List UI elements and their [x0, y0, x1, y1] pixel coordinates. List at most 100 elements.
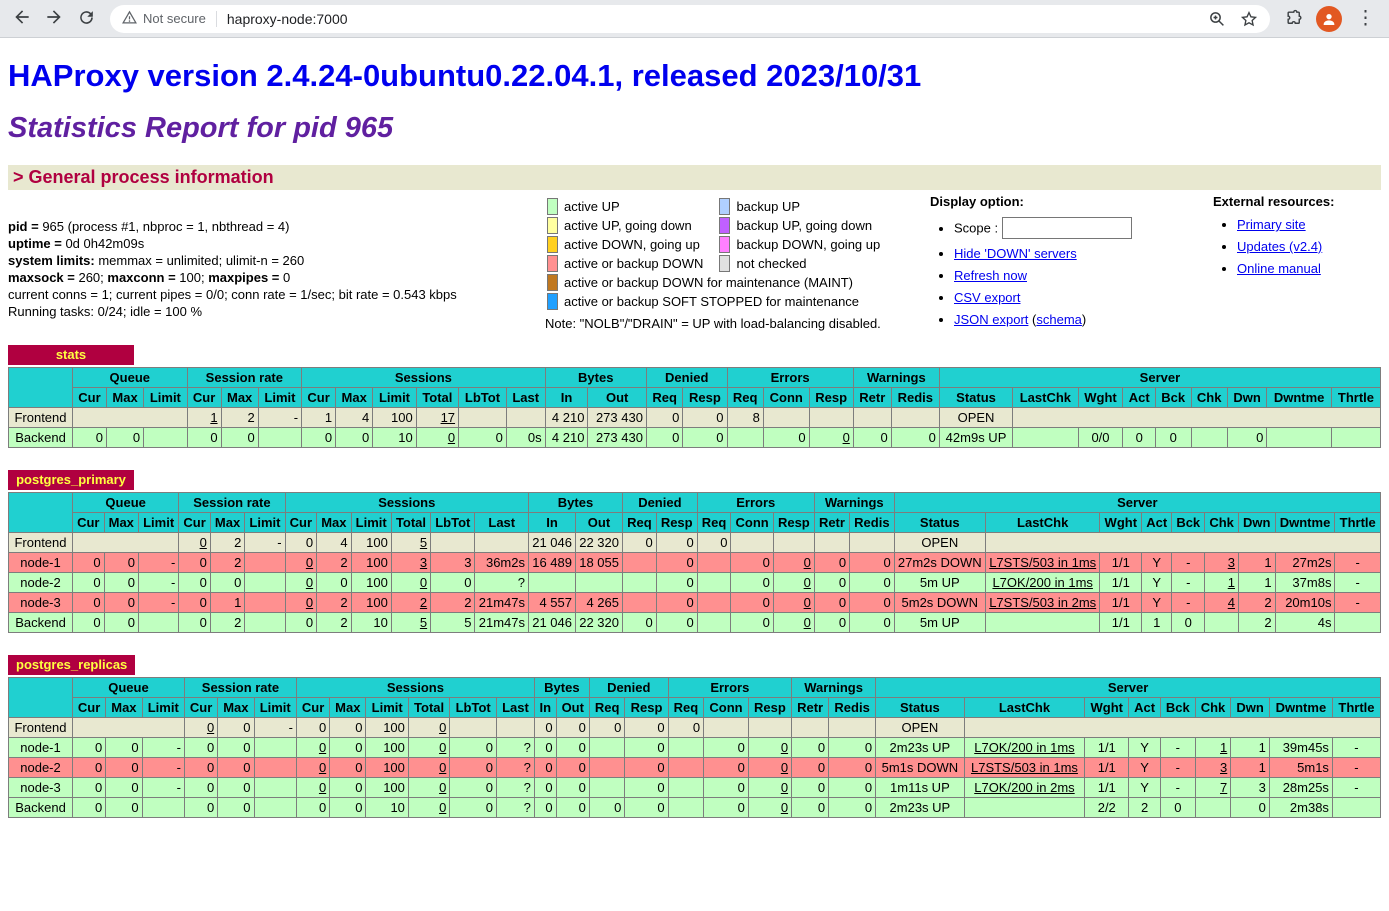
stat-cell[interactable]: 0 [773, 573, 814, 593]
stat-cell[interactable]: L7STS/503 in 2ms [985, 593, 1100, 613]
stat-cell[interactable]: 17 [416, 408, 458, 428]
stat-cell[interactable]: 0 [773, 593, 814, 613]
stat-cell[interactable]: 0 [184, 718, 217, 738]
stat-cell: 1/1 [1100, 573, 1142, 593]
stat-cell: 0s [506, 428, 545, 448]
stat-cell[interactable]: 0 [416, 428, 458, 448]
stat-cell[interactable]: 0 [408, 798, 449, 818]
stat-cell[interactable]: 0 [285, 573, 317, 593]
scope-input[interactable] [1002, 217, 1132, 239]
stat-cell[interactable]: 1 [187, 408, 221, 428]
json-export-link[interactable]: JSON export [954, 312, 1028, 327]
not-secure-chip[interactable]: Not secure [122, 10, 206, 28]
stat-cell[interactable]: 0 [809, 428, 853, 448]
stat-cell: 27m2s [1275, 553, 1335, 573]
stat-cell[interactable]: 0 [285, 553, 317, 573]
bookmark-star-icon[interactable] [1240, 10, 1258, 28]
stat-cell [254, 738, 296, 758]
stats-table: QueueSession rateSessionsBytesDeniedErro… [8, 367, 1381, 448]
stat-cell[interactable]: 1 [1195, 738, 1231, 758]
csv-export-link[interactable]: CSV export [954, 290, 1020, 305]
stat-cell[interactable]: 7 [1195, 778, 1231, 798]
column-header: Last [506, 388, 545, 408]
stat-cell: 0 [829, 798, 876, 818]
stat-cell[interactable]: 0 [408, 758, 449, 778]
stat-cell: 0 [73, 738, 106, 758]
stat-cell[interactable]: L7OK/200 in 2ms [964, 778, 1085, 798]
stat-cell: 5m UP [894, 613, 985, 633]
extensions-icon[interactable] [1278, 9, 1310, 28]
stat-cell [814, 533, 849, 553]
stat-cell[interactable]: 0 [408, 718, 449, 738]
proxy-label-postgres-replicas[interactable]: postgres_replicas [8, 655, 135, 675]
stat-cell[interactable]: 5 [391, 533, 430, 553]
legend-label: active or backup SOFT STOPPED for mainte… [560, 293, 894, 310]
legend-label: active DOWN, going up [560, 236, 717, 253]
stat-cell[interactable]: L7OK/200 in 1ms [964, 738, 1085, 758]
stat-cell[interactable]: L7OK/200 in 1ms [985, 573, 1100, 593]
stat-cell: 8 [727, 408, 763, 428]
proxy-label-stats[interactable]: stats [8, 345, 134, 365]
stat-cell[interactable]: 0 [748, 738, 791, 758]
column-header: Wght [1085, 698, 1129, 718]
column-header: Cur [187, 388, 221, 408]
stat-cell[interactable]: 0 [408, 738, 449, 758]
stat-cell[interactable]: 1 [1205, 573, 1239, 593]
stat-cell[interactable]: 0 [748, 798, 791, 818]
schema-link[interactable]: schema [1036, 312, 1082, 327]
stat-cell[interactable]: L7STS/503 in 1ms [964, 758, 1085, 778]
stat-cell: 0 [656, 533, 697, 553]
stat-cell: 0 [850, 593, 895, 613]
stat-cell[interactable]: 0 [296, 758, 329, 778]
stat-cell: - [1160, 778, 1195, 798]
column-header: Dwn [1227, 388, 1266, 408]
stat-cell[interactable]: 5 [391, 613, 430, 633]
page-title[interactable]: HAProxy version 2.4.24-0ubuntu0.22.04.1,… [8, 58, 1381, 94]
stat-cell[interactable]: 3 [1195, 758, 1231, 778]
stat-cell: 1 [1142, 613, 1172, 633]
zoom-icon[interactable] [1208, 10, 1226, 28]
forward-button[interactable] [38, 3, 70, 35]
stat-cell[interactable]: 0 [296, 778, 329, 798]
profile-avatar[interactable] [1316, 6, 1342, 32]
stat-cell: 0 [104, 613, 138, 633]
hide-down-link[interactable]: Hide 'DOWN' servers [954, 246, 1077, 261]
stat-cell [254, 798, 296, 818]
menu-icon[interactable]: ⋮ [1348, 9, 1383, 28]
back-button[interactable] [6, 3, 38, 35]
stat-cell[interactable]: 0 [179, 533, 211, 553]
stat-cell[interactable]: 0 [408, 778, 449, 798]
stat-cell[interactable]: L7STS/503 in 1ms [985, 553, 1100, 573]
proxy-label-postgres-primary[interactable]: postgres_primary [8, 470, 134, 490]
stat-cell[interactable]: 2 [391, 593, 430, 613]
stat-cell[interactable]: 0 [748, 758, 791, 778]
stat-cell [668, 798, 704, 818]
stat-cell: 0 [814, 613, 849, 633]
address-bar[interactable]: Not secure haproxy-node:7000 [110, 5, 1270, 33]
primary-site-link[interactable]: Primary site [1237, 217, 1306, 232]
stat-cell[interactable]: 0 [285, 593, 317, 613]
stat-cell: 0 [704, 738, 749, 758]
stat-cell: 100 [351, 593, 391, 613]
stat-cell[interactable]: 0 [296, 738, 329, 758]
stat-cell [1205, 613, 1239, 633]
stat-cell[interactable]: 3 [391, 553, 430, 573]
updates-link[interactable]: Updates (v2.4) [1237, 239, 1322, 254]
legend-swatch [719, 236, 730, 253]
stat-cell[interactable]: 0 [391, 573, 430, 593]
stat-cell[interactable]: 4 [1205, 593, 1239, 613]
stat-cell[interactable]: 0 [773, 553, 814, 573]
stat-cell[interactable]: 0 [773, 613, 814, 633]
refresh-now-link[interactable]: Refresh now [954, 268, 1027, 283]
stat-cell: 0 [683, 408, 727, 428]
stat-cell[interactable]: 3 [1205, 553, 1239, 573]
stat-cell: 4 210 [545, 408, 588, 428]
stat-cell: 0 [534, 798, 556, 818]
stat-cell: - [1332, 778, 1380, 798]
column-header: Total [416, 388, 458, 408]
stat-cell[interactable]: 0 [748, 778, 791, 798]
online-manual-link[interactable]: Online manual [1237, 261, 1321, 276]
reload-button[interactable] [70, 3, 102, 35]
stat-cell: 2 [210, 613, 244, 633]
stat-cell [829, 718, 876, 738]
